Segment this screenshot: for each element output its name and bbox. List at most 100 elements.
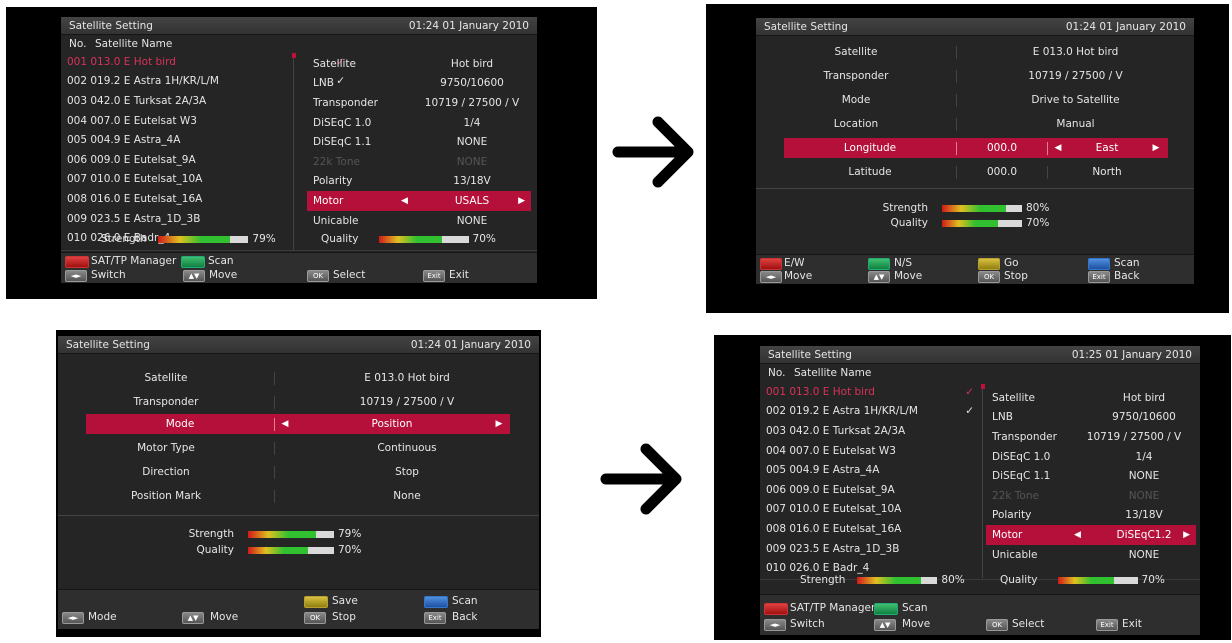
scroll-thumb[interactable] (981, 384, 985, 389)
strength-meter: Strength 80% (800, 574, 965, 586)
param-satellite[interactable]: Satellite Hot bird (986, 388, 1196, 408)
quality-label: Quality (1000, 574, 1038, 586)
exit-key[interactable]: Exit (1088, 271, 1110, 283)
param-unicable[interactable]: Unicable NONE (307, 211, 531, 231)
scan-label: Scan (452, 595, 478, 607)
blue-key[interactable] (424, 596, 448, 608)
divider (756, 188, 1194, 189)
red-key[interactable] (760, 258, 782, 270)
row-transponder[interactable]: Transponder 10719 / 27500 / V (58, 392, 539, 412)
param-panel: Satellite Hot bird LNB 9750/10600 Transpon… (986, 388, 1196, 564)
divider (61, 250, 537, 251)
triangle-right-icon[interactable]: ▶ (1146, 143, 1166, 153)
param-transponder[interactable]: Transponder 10719 / 27500 / V (986, 427, 1196, 447)
quality-label: Quality (196, 544, 234, 556)
red-key[interactable] (764, 603, 788, 615)
scrollbar[interactable] (293, 55, 294, 250)
up-down-key[interactable]: ▲▼ (183, 270, 205, 282)
row-position-mark[interactable]: Position Mark None (58, 486, 539, 506)
quality-meter: Quality 70% (178, 544, 361, 556)
clock: 01:24 01 January 2010 (410, 338, 531, 351)
list-item[interactable]: 006 009.0 E Eutelsat_9A (760, 480, 980, 500)
scroll-thumb[interactable] (292, 53, 296, 58)
yellow-key[interactable] (978, 258, 1000, 270)
param-motor[interactable]: Motor ◀ DiSEqC1.2 ▶ (986, 525, 1196, 545)
triangle-right-icon[interactable]: ▶ (518, 196, 525, 206)
row-location[interactable]: Location Manual (756, 114, 1194, 134)
exit-key[interactable]: Exit (424, 612, 446, 624)
left-right-key[interactable]: ◄► (764, 619, 786, 631)
param-unicable[interactable]: Unicable NONE (986, 545, 1196, 565)
left-right-key[interactable]: ◄► (62, 612, 84, 624)
triangle-left-icon[interactable]: ◀ (275, 419, 295, 429)
param-diseqc10[interactable]: DiSEqC 1.0 1/4 (986, 447, 1196, 467)
param-lnb[interactable]: LNB 9750/10600 (307, 74, 531, 94)
ok-key[interactable]: OK (307, 270, 329, 282)
up-down-key[interactable]: ▲▼ (874, 619, 896, 631)
param-transponder[interactable]: Transponder 10719 / 27500 / V (307, 93, 531, 113)
param-diseqc10[interactable]: DiSEqC 1.0 1/4 (307, 113, 531, 133)
param-22k-tone: 22k Tone NONE (313, 155, 488, 168)
red-key[interactable] (65, 256, 89, 268)
strength-label: Strength (188, 528, 234, 540)
footer: SAT/TP Manager Scan ◄► Switch ▲▼ Move OK… (760, 594, 1200, 635)
list-item[interactable]: 007 010.0 E Eutelsat_10A (760, 500, 980, 520)
triangle-left-icon[interactable]: ◀ (1048, 143, 1068, 153)
green-key[interactable] (181, 256, 205, 268)
row-mode[interactable]: Mode Drive to Satellite (756, 90, 1194, 110)
row-motor-type[interactable]: Motor Type Continuous (58, 438, 539, 458)
row-satellite[interactable]: Satellite E 013.0 Hot bird (58, 368, 539, 388)
save-label: Save (332, 595, 358, 607)
quality-value: 70% (1026, 217, 1050, 229)
strength-value: 80% (941, 574, 965, 586)
triangle-right-icon[interactable]: ▶ (489, 419, 509, 429)
list-item[interactable]: 002 019.2 E Astra 1H/KR/L/M ✓ (760, 402, 980, 422)
exit-key[interactable]: Exit (1096, 619, 1118, 631)
triangle-left-icon[interactable]: ◀ (401, 196, 408, 206)
quality-fill (248, 546, 309, 554)
param-diseqc11[interactable]: DiSEqC 1.1 NONE (986, 466, 1196, 486)
list-item[interactable]: 009 023.5 E Astra_1D_3B (760, 539, 980, 559)
triangle-left-icon[interactable]: ◀ (1074, 530, 1081, 540)
param-polarity[interactable]: Polarity 13/18V (307, 172, 531, 192)
list-item[interactable]: 001 013.0 E Hot bird ✓ (760, 382, 980, 402)
triangle-right-icon[interactable]: ▶ (1183, 530, 1190, 540)
scan-label: Scan (902, 602, 928, 614)
green-key[interactable] (868, 258, 890, 270)
col-satellite-name: Satellite Name (794, 366, 872, 379)
strength-meter: Strength 79% (101, 233, 276, 245)
row-latitude[interactable]: Latitude 000.0 North (784, 162, 1168, 182)
ok-key[interactable]: OK (986, 619, 1008, 631)
scrollbar[interactable] (982, 386, 983, 578)
up-down-key[interactable]: ▲▼ (182, 612, 204, 624)
row-mode[interactable]: Mode ◀ Position ▶ (86, 414, 510, 434)
param-satellite[interactable]: Satellite Hot bird (307, 54, 531, 74)
row-longitude[interactable]: Longitude 000.0 ◀ East ▶ (784, 138, 1168, 158)
blue-key[interactable] (1088, 258, 1110, 270)
list-item[interactable]: 004 007.0 E Eutelsat W3 (760, 441, 980, 461)
row-direction[interactable]: Direction Stop (58, 462, 539, 482)
row-satellite[interactable]: Satellite E 013.0 Hot bird (756, 42, 1194, 62)
param-motor[interactable]: Motor ◀ USALS ▶ (307, 191, 531, 211)
list-item[interactable]: 003 042.0 E Turksat 2A/3A (760, 421, 980, 441)
quality-value: 70% (472, 233, 496, 245)
ok-key[interactable]: OK (304, 612, 326, 624)
col-satellite-name: Satellite Name (95, 37, 173, 50)
ok-key[interactable]: OK (978, 271, 1000, 283)
list-item[interactable]: 005 004.9 E Astra_4A (760, 460, 980, 480)
row-transponder[interactable]: Transponder 10719 / 27500 / V (756, 66, 1194, 86)
param-diseqc11[interactable]: DiSEqC 1.1 NONE (307, 132, 531, 152)
check-icon: ✓ (965, 405, 974, 418)
back-label: Back (1114, 270, 1140, 282)
quality-label: Quality (890, 217, 928, 229)
up-down-key[interactable]: ▲▼ (868, 271, 890, 283)
left-right-key[interactable]: ◄► (65, 270, 87, 282)
list-item[interactable]: 008 016.0 E Eutelsat_16A (760, 519, 980, 539)
screen-title: Satellite Setting (66, 338, 150, 351)
param-lnb[interactable]: LNB 9750/10600 (986, 408, 1196, 428)
left-right-key[interactable]: ◄► (760, 271, 782, 283)
param-polarity[interactable]: Polarity 13/18V (986, 506, 1196, 526)
yellow-key[interactable] (304, 596, 328, 608)
green-key[interactable] (874, 603, 898, 615)
exit-key[interactable]: Exit (423, 270, 445, 282)
